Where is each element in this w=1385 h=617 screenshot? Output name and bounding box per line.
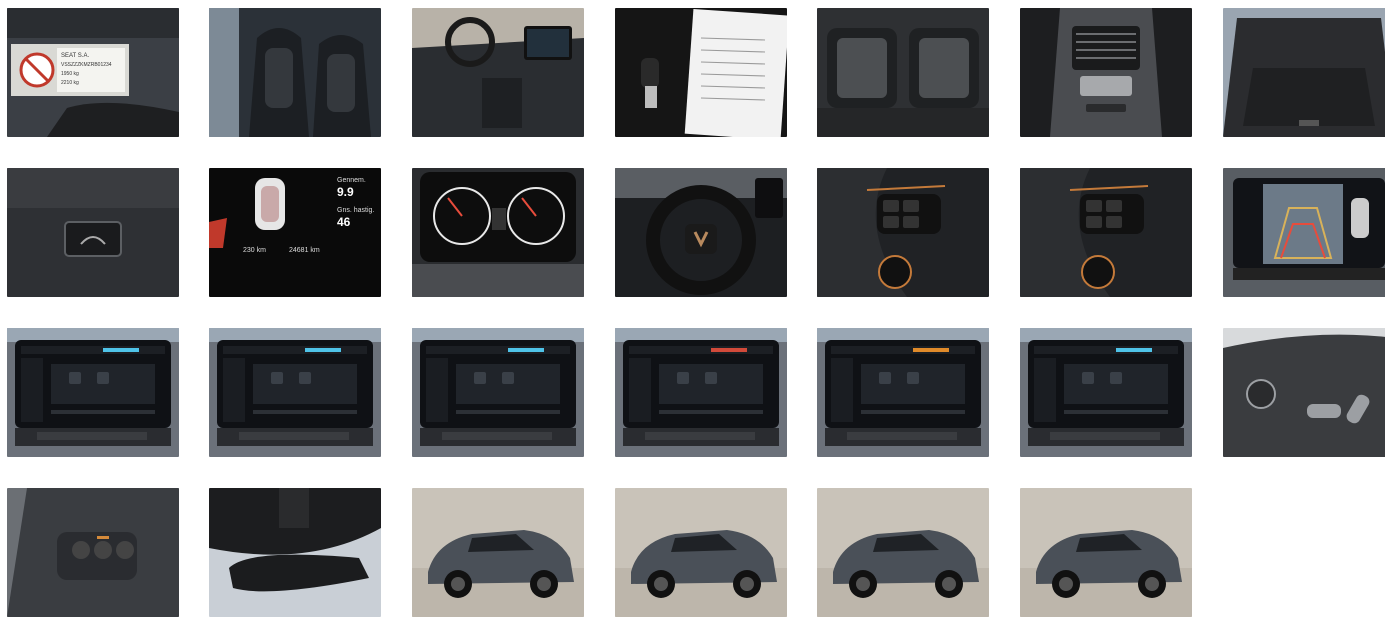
mirror-icon: [209, 488, 381, 617]
photo-steering-buttons-left[interactable]: [817, 168, 989, 297]
infotainment-screen-icon: [1020, 328, 1192, 457]
car-exterior-icon: [1020, 488, 1192, 617]
infotainment-screen-icon: [7, 328, 179, 457]
photo-parking-camera-screen[interactable]: [1223, 168, 1385, 297]
trunk-button-icon: [7, 168, 179, 297]
gauge-cluster-icon: [412, 168, 584, 297]
steering-buttons-icon: [817, 168, 989, 297]
photo-exterior-side-left[interactable]: [1020, 488, 1192, 617]
photo-seat-adjust-controls[interactable]: [1223, 328, 1385, 457]
car-key-icon: [615, 8, 787, 137]
photo-trip-computer[interactable]: Gennem. 9.9 Gns. hastig. 46 230 km 24681…: [209, 168, 381, 297]
steering-buttons-icon: [1020, 168, 1192, 297]
display-screen-icon: Gennem. 9.9 Gns. hastig. 46 230 km 24681…: [209, 168, 381, 297]
photo-digital-cockpit[interactable]: [412, 168, 584, 297]
infotainment-screen-icon: [209, 328, 381, 457]
photo-infotainment-smart-assist[interactable]: [1020, 328, 1192, 457]
photo-trunk-release-button[interactable]: [7, 168, 179, 297]
photo-exterior-rear-right[interactable]: [817, 488, 989, 617]
photo-rear-seats[interactable]: [817, 8, 989, 137]
car-seat-icon: [209, 8, 381, 137]
infotainment-screen-icon: [412, 328, 584, 457]
photo-gallery-grid: SEAT S.A. VSSZZZKMZRB01234 1950 kg 2210 …: [0, 0, 1385, 617]
photo-trunk-space[interactable]: [1223, 8, 1385, 137]
photo-steering-wheel[interactable]: [615, 168, 787, 297]
photo-infotainment-assist[interactable]: [7, 328, 179, 457]
photo-front-sport-seat[interactable]: [209, 8, 381, 137]
steering-wheel-icon: [615, 168, 787, 297]
infotainment-screen-icon: [817, 328, 989, 457]
parking-camera-icon: [1223, 168, 1385, 297]
dashboard-icon: [412, 8, 584, 137]
car-exterior-icon: [817, 488, 989, 617]
infotainment-screen-icon: [615, 328, 787, 457]
svg-text:230 km: 230 km: [243, 247, 266, 254]
svg-text:Gns. hastig.: Gns. hastig.: [337, 207, 374, 214]
svg-text:9.9: 9.9: [337, 185, 354, 199]
photo-door-jamb-label[interactable]: SEAT S.A. VSSZZZKMZRB01234 1950 kg 2210 …: [7, 8, 179, 137]
trunk-icon: [1223, 8, 1385, 137]
photo-infotainment-drive-mode[interactable]: [209, 328, 381, 457]
svg-text:46: 46: [337, 215, 351, 229]
svg-text:2210 kg: 2210 kg: [61, 80, 79, 86]
svg-text:VSSZZZKMZRB01234: VSSZZZKMZRB01234: [61, 62, 112, 68]
car-exterior-icon: [412, 488, 584, 617]
photo-rear-view-mirror[interactable]: [209, 488, 381, 617]
photo-infotainment-ambient-light[interactable]: [615, 328, 787, 457]
photo-light-switch-panel[interactable]: [7, 488, 179, 617]
rear-seat-icon: [817, 8, 989, 137]
seat-controls-icon: [1223, 328, 1385, 457]
photo-keys-and-documents[interactable]: [615, 8, 787, 137]
photo-infotainment-cupra-drive[interactable]: [817, 328, 989, 457]
photo-dashboard-overview[interactable]: [412, 8, 584, 137]
svg-text:1950 kg: 1950 kg: [61, 71, 79, 77]
car-exterior-icon: [615, 488, 787, 617]
photo-steering-buttons-right[interactable]: [1020, 168, 1192, 297]
photo-rear-air-vents[interactable]: [1020, 8, 1192, 137]
photo-infotainment-media[interactable]: [412, 328, 584, 457]
label-sticker-icon: SEAT S.A. VSSZZZKMZRB01234 1950 kg 2210 …: [7, 8, 179, 137]
switch-panel-icon: [7, 488, 179, 617]
photo-exterior-rear-left[interactable]: [615, 488, 787, 617]
svg-text:24681 km: 24681 km: [289, 247, 320, 254]
air-vent-icon: [1020, 8, 1192, 137]
trip-label-consumption: Gennem.: [337, 177, 366, 184]
svg-text:SEAT S.A.: SEAT S.A.: [61, 53, 89, 59]
photo-exterior-front-left[interactable]: [412, 488, 584, 617]
